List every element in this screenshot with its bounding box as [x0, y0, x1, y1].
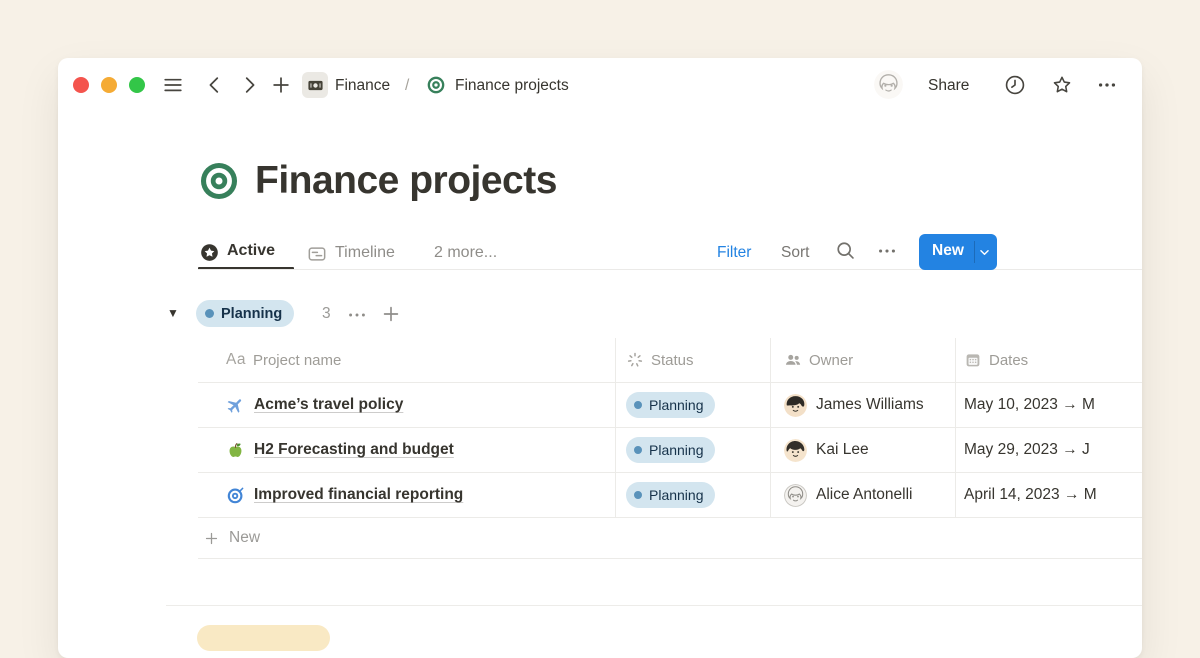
chevron-down-icon[interactable]: [976, 244, 993, 261]
avatar: [784, 394, 807, 417]
plus-icon: [203, 530, 220, 547]
dates-cell[interactable]: April 14, 2023 → M: [955, 473, 1142, 517]
status-cell[interactable]: Planning: [615, 383, 770, 427]
status-badge[interactable]: Planning: [626, 392, 715, 418]
group-collapse-toggle[interactable]: ▼: [167, 306, 179, 320]
status-spinner-icon: [626, 351, 644, 369]
owner-cell[interactable]: Kai Lee: [770, 428, 955, 472]
owner-cell[interactable]: James Williams: [770, 383, 955, 427]
blue-target-icon: [226, 486, 245, 505]
sidebar-menu-icon[interactable]: [162, 74, 184, 96]
more-options-icon[interactable]: [1096, 74, 1118, 96]
window-close-button[interactable]: [73, 77, 89, 93]
new-page-icon[interactable]: [270, 74, 292, 96]
window-minimize-button[interactable]: [101, 77, 117, 93]
add-row-button[interactable]: New: [198, 518, 1142, 559]
banknote-icon[interactable]: [302, 72, 328, 98]
nav-back-icon[interactable]: [204, 74, 226, 96]
view-options-icon[interactable]: [876, 240, 898, 262]
status-badge[interactable]: Planning: [626, 437, 715, 463]
next-group-badge-partial[interactable]: [197, 625, 330, 651]
column-header-owner[interactable]: Owner: [770, 338, 955, 382]
project-name-cell[interactable]: Improved financial reporting: [198, 473, 615, 517]
column-header-status[interactable]: Status: [615, 338, 770, 382]
table-row: Acme’s travel policy Planning James Will…: [198, 383, 1142, 428]
status-badge[interactable]: Planning: [626, 482, 715, 508]
search-icon[interactable]: [835, 240, 856, 261]
owner-cell[interactable]: Alice Antonelli: [770, 473, 955, 517]
group-add-icon[interactable]: [380, 303, 402, 325]
project-name-cell[interactable]: Acme’s travel policy: [198, 383, 615, 427]
group-status-badge[interactable]: Planning: [196, 300, 294, 327]
tabs-more-link[interactable]: 2 more...: [434, 242, 497, 263]
owner-name: James Williams: [816, 396, 924, 414]
table-row: Improved financial reporting Planning Al…: [198, 473, 1142, 518]
project-name-link[interactable]: Acme’s travel policy: [254, 396, 403, 414]
text-property-icon: Aa: [226, 351, 246, 369]
page-target-icon: [198, 160, 240, 202]
owner-name: Kai Lee: [816, 441, 869, 459]
new-button-divider: [974, 241, 975, 263]
breadcrumb-current[interactable]: Finance projects: [455, 76, 569, 96]
airplane-icon: [226, 396, 245, 415]
owner-name: Alice Antonelli: [816, 486, 913, 504]
column-header-project-name[interactable]: Aa Project name: [198, 338, 615, 382]
tab-active[interactable]: Active: [227, 242, 275, 260]
avatar: [784, 484, 807, 507]
group-options-icon[interactable]: [346, 304, 368, 326]
nav-forward-icon[interactable]: [238, 74, 260, 96]
window-zoom-button[interactable]: [129, 77, 145, 93]
group-count: 3: [322, 305, 331, 323]
favorite-star-icon[interactable]: [1051, 74, 1073, 96]
target-icon: [426, 75, 446, 95]
project-name-link[interactable]: Improved financial reporting: [254, 486, 463, 504]
tab-timeline[interactable]: Timeline: [335, 242, 395, 263]
user-avatar[interactable]: [874, 70, 903, 99]
page-title: Finance projects: [255, 157, 557, 205]
date-range: April 14, 2023 → M: [964, 486, 1097, 504]
share-button[interactable]: Share: [928, 76, 969, 96]
status-cell[interactable]: Planning: [615, 473, 770, 517]
status-dot: [634, 401, 642, 409]
filter-button[interactable]: Filter: [717, 242, 751, 263]
date-range: May 10, 2023 → M: [964, 396, 1095, 414]
breadcrumb-parent[interactable]: Finance: [335, 76, 390, 96]
history-clock-icon[interactable]: [1004, 74, 1026, 96]
project-name-link[interactable]: H2 Forecasting and budget: [254, 441, 454, 459]
green-apple-icon: [226, 441, 245, 460]
new-button-label: New: [932, 242, 964, 260]
timeline-icon: [307, 244, 327, 264]
dates-cell[interactable]: May 29, 2023 → J: [955, 428, 1142, 472]
table-row: H2 Forecasting and budget Planning Kai L…: [198, 428, 1142, 473]
calendar-icon: [964, 351, 982, 369]
status-dot: [634, 491, 642, 499]
new-button[interactable]: New: [919, 234, 997, 270]
status-dot: [634, 446, 642, 454]
group-status-label: Planning: [221, 307, 282, 321]
section-divider: [166, 605, 1142, 606]
star-badge-icon: [200, 243, 219, 262]
status-cell[interactable]: Planning: [615, 428, 770, 472]
add-row-label: New: [229, 529, 260, 547]
status-dot: [205, 309, 214, 318]
dates-cell[interactable]: May 10, 2023 → M: [955, 383, 1142, 427]
tabs-divider: [198, 269, 1142, 270]
app-window: Finance / Finance projects Share Finance…: [58, 58, 1142, 658]
breadcrumb-separator: /: [405, 76, 409, 96]
table-header-row: Aa Project name Status Owner Dates: [198, 338, 1142, 383]
avatar: [784, 439, 807, 462]
sort-button[interactable]: Sort: [781, 242, 809, 263]
date-range: May 29, 2023 → J: [964, 441, 1090, 459]
column-header-dates[interactable]: Dates: [955, 338, 1142, 382]
project-name-cell[interactable]: H2 Forecasting and budget: [198, 428, 615, 472]
people-icon: [784, 351, 802, 369]
